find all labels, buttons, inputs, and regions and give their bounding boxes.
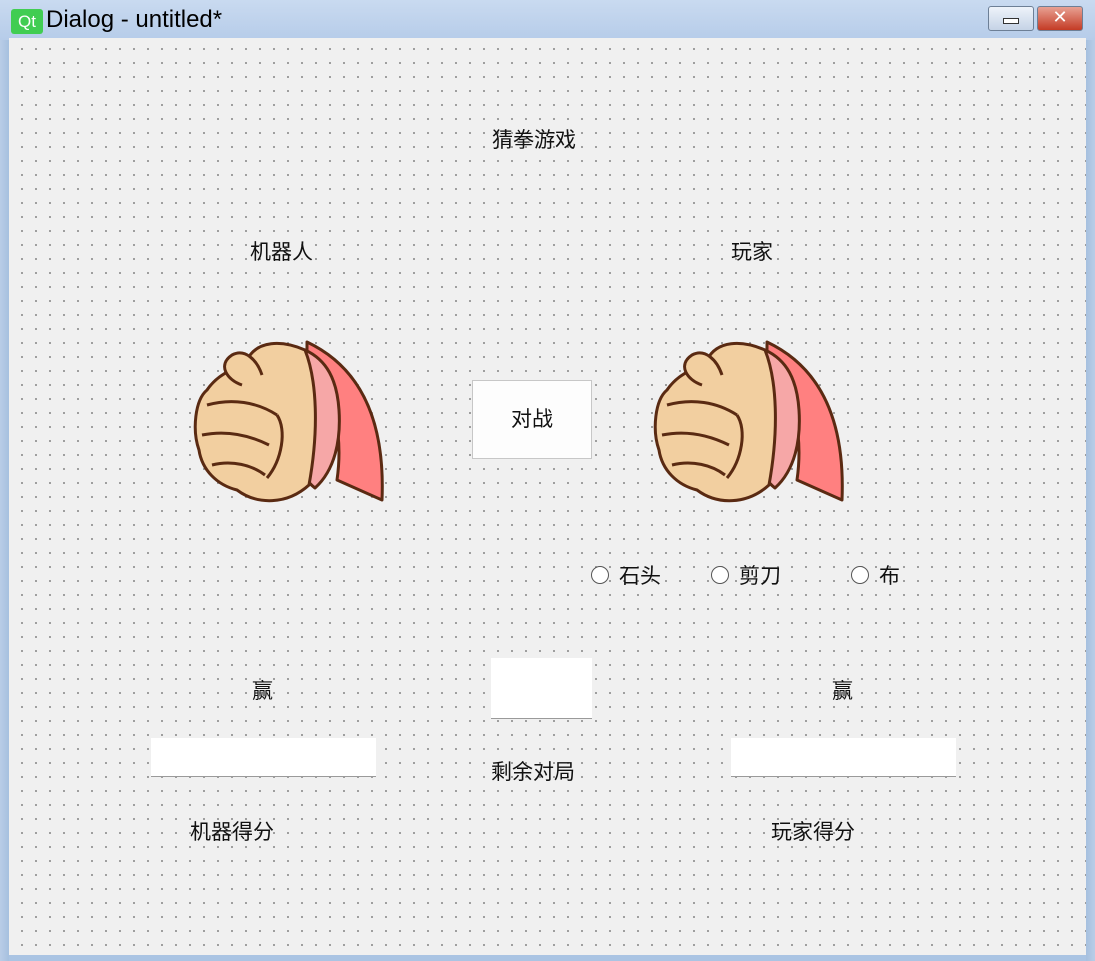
close-button[interactable]: ✕ bbox=[1037, 6, 1083, 31]
player-fist-image bbox=[653, 340, 844, 503]
player-win-label: 赢 bbox=[832, 679, 853, 703]
radio-circle-icon[interactable] bbox=[591, 566, 609, 584]
minimize-button[interactable] bbox=[988, 6, 1034, 31]
radio-paper[interactable]: 布 bbox=[851, 562, 900, 588]
radio-rock[interactable]: 石头 bbox=[591, 562, 661, 588]
player-score-field[interactable] bbox=[731, 738, 956, 777]
minimize-icon bbox=[1003, 18, 1019, 24]
window-title: Dialog - untitled* bbox=[46, 6, 223, 33]
radio-circle-icon[interactable] bbox=[851, 566, 869, 584]
radio-scissors-label: 剪刀 bbox=[739, 564, 781, 588]
fight-button[interactable]: 对战 bbox=[472, 380, 592, 459]
close-icon: ✕ bbox=[1052, 7, 1068, 28]
remaining-rounds-field[interactable] bbox=[491, 658, 592, 719]
window-frame-left bbox=[0, 40, 9, 961]
remaining-rounds-label: 剩余对局 bbox=[491, 760, 575, 784]
robot-win-label: 赢 bbox=[252, 679, 273, 703]
robot-fist-image bbox=[193, 340, 384, 503]
radio-circle-icon[interactable] bbox=[711, 566, 729, 584]
radio-rock-label: 石头 bbox=[619, 564, 661, 588]
title-bar: Qt Dialog - untitled* ✕ bbox=[0, 0, 1095, 40]
window-frame-right bbox=[1086, 40, 1095, 961]
radio-scissors[interactable]: 剪刀 bbox=[711, 562, 781, 588]
dialog-canvas: 猜拳游戏 机器人 玩家 对战 石头 剪刀 布 赢 赢 剩余对局 机器得分 玩家得… bbox=[9, 38, 1086, 955]
robot-label: 机器人 bbox=[250, 240, 313, 264]
robot-score-label: 机器得分 bbox=[190, 820, 274, 844]
player-score-label: 玩家得分 bbox=[771, 820, 855, 844]
qt-logo-icon: Qt bbox=[11, 9, 43, 34]
radio-paper-label: 布 bbox=[879, 564, 900, 588]
player-label: 玩家 bbox=[731, 240, 773, 264]
robot-score-field[interactable] bbox=[151, 738, 376, 777]
game-title: 猜拳游戏 bbox=[492, 128, 576, 152]
